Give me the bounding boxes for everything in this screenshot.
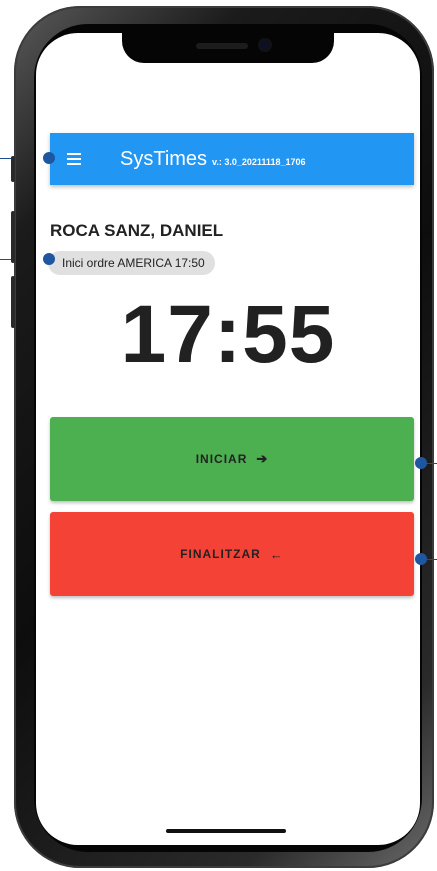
- speaker-grille: [196, 43, 248, 49]
- phone-screen: SysTimes v.: 3.0_20211118_1706 ROCA SANZ…: [36, 33, 420, 845]
- arrow-right-icon: ➔: [256, 451, 269, 466]
- start-button-label: INICIAR: [195, 452, 248, 466]
- phone-side-button: [11, 156, 15, 182]
- finish-button-label: FINALITZAR: [180, 547, 261, 561]
- callout-dot-finish: [415, 553, 427, 565]
- front-camera: [260, 40, 270, 50]
- worker-name: ROCA SANZ, DANIEL: [50, 221, 224, 240]
- menu-icon[interactable]: [67, 152, 87, 166]
- phone-side-button: [11, 211, 15, 263]
- finish-button[interactable]: FINALITZAR ←: [50, 512, 414, 596]
- app-bar: SysTimes v.: 3.0_20211118_1706: [50, 133, 414, 185]
- page-stage: SysTimes v.: 3.0_20211118_1706 ROCA SANZ…: [0, 0, 437, 871]
- start-button[interactable]: INICIAR ➔: [50, 417, 414, 501]
- arrow-left-icon: ←: [269, 546, 284, 562]
- current-time: 17:55: [120, 289, 336, 380]
- callout-dot-start: [415, 457, 427, 469]
- app-version: v.: 3.0_20211118_1706: [212, 157, 306, 167]
- app-title: SysTimes: [120, 147, 208, 170]
- phone-notch: [122, 33, 334, 63]
- callout-dot-menu: [43, 152, 55, 164]
- phone-side-button: [11, 276, 15, 328]
- home-indicator: [166, 829, 286, 833]
- status-chip: Inici ordre AMERICA 17:50: [48, 251, 215, 275]
- callout-dot-status: [43, 253, 55, 265]
